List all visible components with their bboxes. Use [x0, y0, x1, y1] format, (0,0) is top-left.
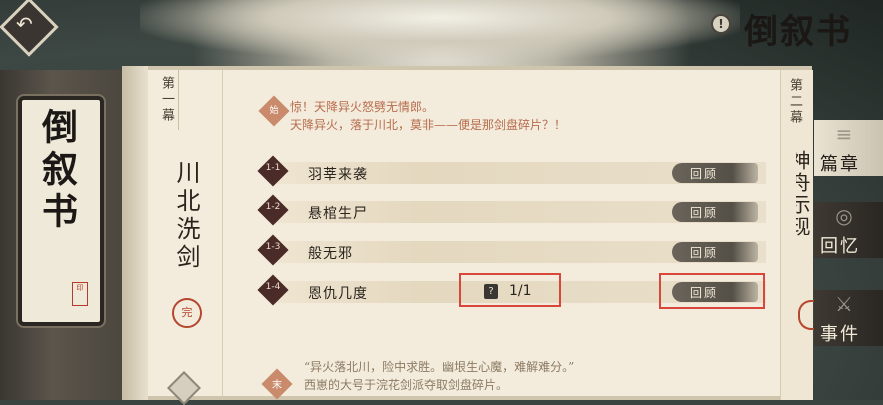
- book-title: 倒叙书: [36, 108, 78, 234]
- row-number: 1-1: [265, 163, 281, 173]
- game-logo: 倒叙书: [744, 12, 852, 52]
- ending-text-line2: 西崽的大号于浣花剑派夺取剑盘碎片。: [304, 378, 509, 392]
- collectible-count: 1/1: [509, 283, 532, 299]
- tab-label: 回忆: [820, 236, 860, 257]
- act2-seal-icon: [798, 300, 814, 330]
- row-title: 羽莘来袭: [308, 167, 368, 183]
- tab-memories[interactable]: ◎ 回忆: [814, 202, 883, 258]
- act2-name: 神舟示现: [796, 150, 811, 238]
- row-number: 1-3: [265, 242, 281, 252]
- review-highlight: [659, 273, 765, 309]
- ending-text-line1: “异火落北川，险中求胜。幽垠生心魔，难解难分。”: [304, 360, 575, 374]
- intro-text-line1: 惊！天降异火怒劈无情郎。: [290, 100, 435, 114]
- info-icon[interactable]: !: [711, 14, 731, 34]
- review-label: 回顾: [690, 167, 719, 181]
- row-number: 1-4: [265, 282, 281, 292]
- page-edge: [122, 66, 148, 400]
- review-label: 回顾: [690, 206, 719, 220]
- row-title: 悬棺生尸: [308, 206, 368, 222]
- intro-badge-label: 始: [269, 106, 279, 116]
- divider: [178, 70, 179, 130]
- row-title: 般无邪: [308, 246, 353, 262]
- scroll-icon: ≡: [835, 122, 853, 146]
- ending-badge-label: 末: [272, 380, 282, 391]
- cloud-icon: ◎: [835, 204, 853, 228]
- tab-label: 事件: [820, 324, 860, 345]
- review-label: 回顾: [690, 246, 719, 260]
- review-button[interactable]: 回顾: [672, 202, 758, 222]
- chapter-row[interactable]: 1-3 般无邪 回顾: [257, 234, 766, 266]
- row-number: 1-2: [265, 202, 281, 212]
- completed-seal-icon: 完: [172, 298, 202, 328]
- chapter-row[interactable]: 1-1 羽莘来袭 回顾: [257, 155, 766, 187]
- review-button[interactable]: 回顾: [672, 163, 758, 183]
- book-seal-icon: 印: [72, 282, 88, 306]
- swords-icon: ⚔: [835, 292, 853, 316]
- act2-label: 第二幕: [787, 78, 802, 126]
- row-title: 恩仇几度: [308, 286, 368, 302]
- tab-label: 篇章: [820, 154, 860, 175]
- chapter-name: 川北洗剑: [172, 160, 200, 272]
- tab-events[interactable]: ⚔ 事件: [814, 290, 883, 346]
- act1-label: 第一幕: [159, 76, 174, 124]
- mist-decoration: [140, 0, 740, 60]
- tab-chapters[interactable]: ≡ 篇章: [814, 120, 883, 176]
- mystery-box-icon: ?: [484, 284, 498, 299]
- intro-text-line2: 天降异火，落于川北，莫非——便是那剑盘碎片？！: [290, 118, 567, 132]
- chapter-row[interactable]: 1-2 悬棺生尸 回顾: [257, 194, 766, 226]
- back-arrow-icon[interactable]: ↶: [16, 12, 33, 36]
- review-button[interactable]: 回顾: [672, 242, 758, 262]
